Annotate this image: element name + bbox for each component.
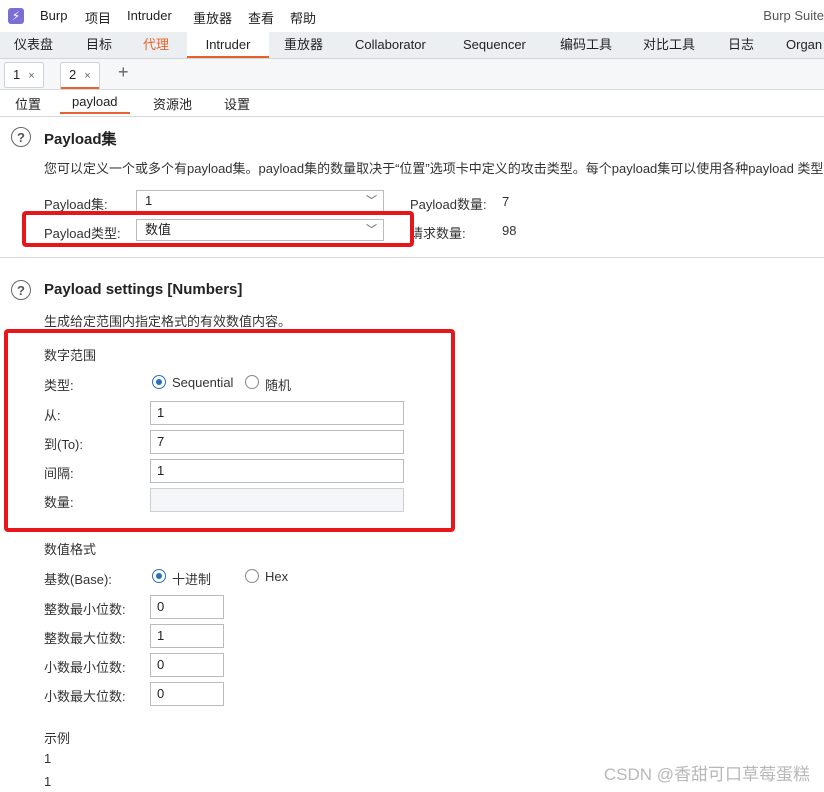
main-tab-bar: 仪表盘 目标 代理 Intruder 重放器 Collaborator Sequ…	[0, 32, 824, 59]
tab-collaborator[interactable]: Collaborator	[355, 32, 426, 57]
payload-count-value: 7	[502, 194, 510, 209]
tab-proxy[interactable]: 代理	[143, 32, 169, 57]
payload-sets-description: 您可以定义一个或多个有payload集。payload集的数量取决于“位置”选项…	[44, 161, 824, 176]
attack-tab-label: 2	[69, 67, 77, 82]
min-integer-digits-value: 0	[157, 599, 165, 614]
radio-hex-label[interactable]: Hex	[265, 569, 288, 584]
section-divider	[0, 257, 824, 258]
close-icon[interactable]: ×	[84, 70, 90, 82]
request-count-value: 98	[502, 223, 517, 238]
example-value: 1	[44, 751, 52, 766]
menu-burp[interactable]: Burp	[40, 8, 67, 23]
radio-decimal-label[interactable]: 十进制	[172, 569, 211, 588]
examples-heading: 示例	[44, 731, 71, 746]
max-integer-digits-label: 整数最大位数:	[44, 631, 126, 646]
payload-settings-description: 生成给定范围内指定格式的有效数值内容。	[44, 314, 292, 329]
tab-target[interactable]: 目标	[86, 32, 112, 57]
min-integer-digits-label: 整数最小位数:	[44, 602, 126, 617]
tab-logger[interactable]: 日志	[728, 32, 754, 57]
number-format-heading: 数值格式	[44, 542, 97, 557]
highlight-box	[4, 329, 455, 532]
min-fraction-digits-input[interactable]: 0	[150, 653, 224, 677]
payload-set-value: 1	[145, 193, 153, 208]
watermark: CSDN @香甜可口草莓蛋糕	[603, 765, 810, 784]
max-integer-digits-input[interactable]: 1	[150, 624, 224, 648]
menu-help[interactable]: 帮助	[290, 8, 316, 27]
tab-repeater[interactable]: 重放器	[284, 32, 323, 57]
help-icon[interactable]: ?	[11, 280, 31, 300]
tab-positions[interactable]: 位置	[15, 94, 41, 113]
tab-payloads[interactable]: payload	[60, 94, 130, 114]
radio-hex[interactable]	[245, 569, 259, 583]
request-count-label: 请求数量:	[410, 226, 466, 241]
tab-settings[interactable]: 设置	[224, 94, 250, 113]
max-fraction-digits-value: 0	[157, 686, 165, 701]
add-tab-icon[interactable]: +	[118, 62, 129, 83]
min-fraction-digits-value: 0	[157, 657, 165, 672]
app-title: Burp Suite	[763, 8, 824, 23]
tab-comparer[interactable]: 对比工具	[643, 32, 695, 57]
menu-intruder[interactable]: Intruder	[127, 8, 172, 23]
tab-decoder[interactable]: 编码工具	[560, 32, 612, 57]
help-icon[interactable]: ?	[11, 127, 31, 147]
payload-set-select[interactable]: 1 ﹀	[136, 190, 384, 212]
tab-intruder[interactable]: Intruder	[187, 32, 269, 58]
highlight-box	[22, 211, 414, 247]
menu-repeater[interactable]: 重放器	[193, 8, 232, 27]
max-fraction-digits-label: 小数最大位数:	[44, 689, 126, 704]
max-fraction-digits-input[interactable]: 0	[150, 682, 224, 706]
payload-count-label: Payload数量:	[410, 197, 487, 212]
tab-resource-pool[interactable]: 资源池	[153, 94, 192, 113]
max-integer-digits-value: 1	[157, 628, 165, 643]
min-integer-digits-input[interactable]: 0	[150, 595, 224, 619]
section-tab-bar: 位置 payload 资源池 设置	[0, 90, 824, 117]
menu-project[interactable]: 项目	[85, 8, 111, 27]
attack-tab-2[interactable]: 2 ×	[60, 62, 100, 89]
burp-logo-icon: ⚡	[8, 8, 24, 24]
attack-tab-label: 1	[13, 67, 21, 82]
tab-sequencer[interactable]: Sequencer	[463, 32, 526, 57]
menu-view[interactable]: 查看	[248, 8, 274, 27]
base-label: 基数(Base):	[44, 572, 112, 587]
min-fraction-digits-label: 小数最小位数:	[44, 660, 126, 675]
menu-bar: ⚡ Burp 项目 Intruder 重放器 查看 帮助 Burp Suite	[0, 0, 824, 32]
chevron-down-icon: ﹀	[366, 195, 377, 207]
payload-sets-title: Payload集	[44, 131, 117, 148]
radio-decimal[interactable]	[152, 569, 166, 583]
attack-tab-1[interactable]: 1 ×	[4, 62, 44, 88]
payload-settings-title: Payload settings [Numbers]	[44, 281, 243, 298]
close-icon[interactable]: ×	[28, 70, 34, 82]
tab-dashboard[interactable]: 仪表盘	[14, 32, 53, 57]
example-value: 1	[44, 774, 52, 789]
tab-organizer[interactable]: Organ	[786, 32, 822, 57]
